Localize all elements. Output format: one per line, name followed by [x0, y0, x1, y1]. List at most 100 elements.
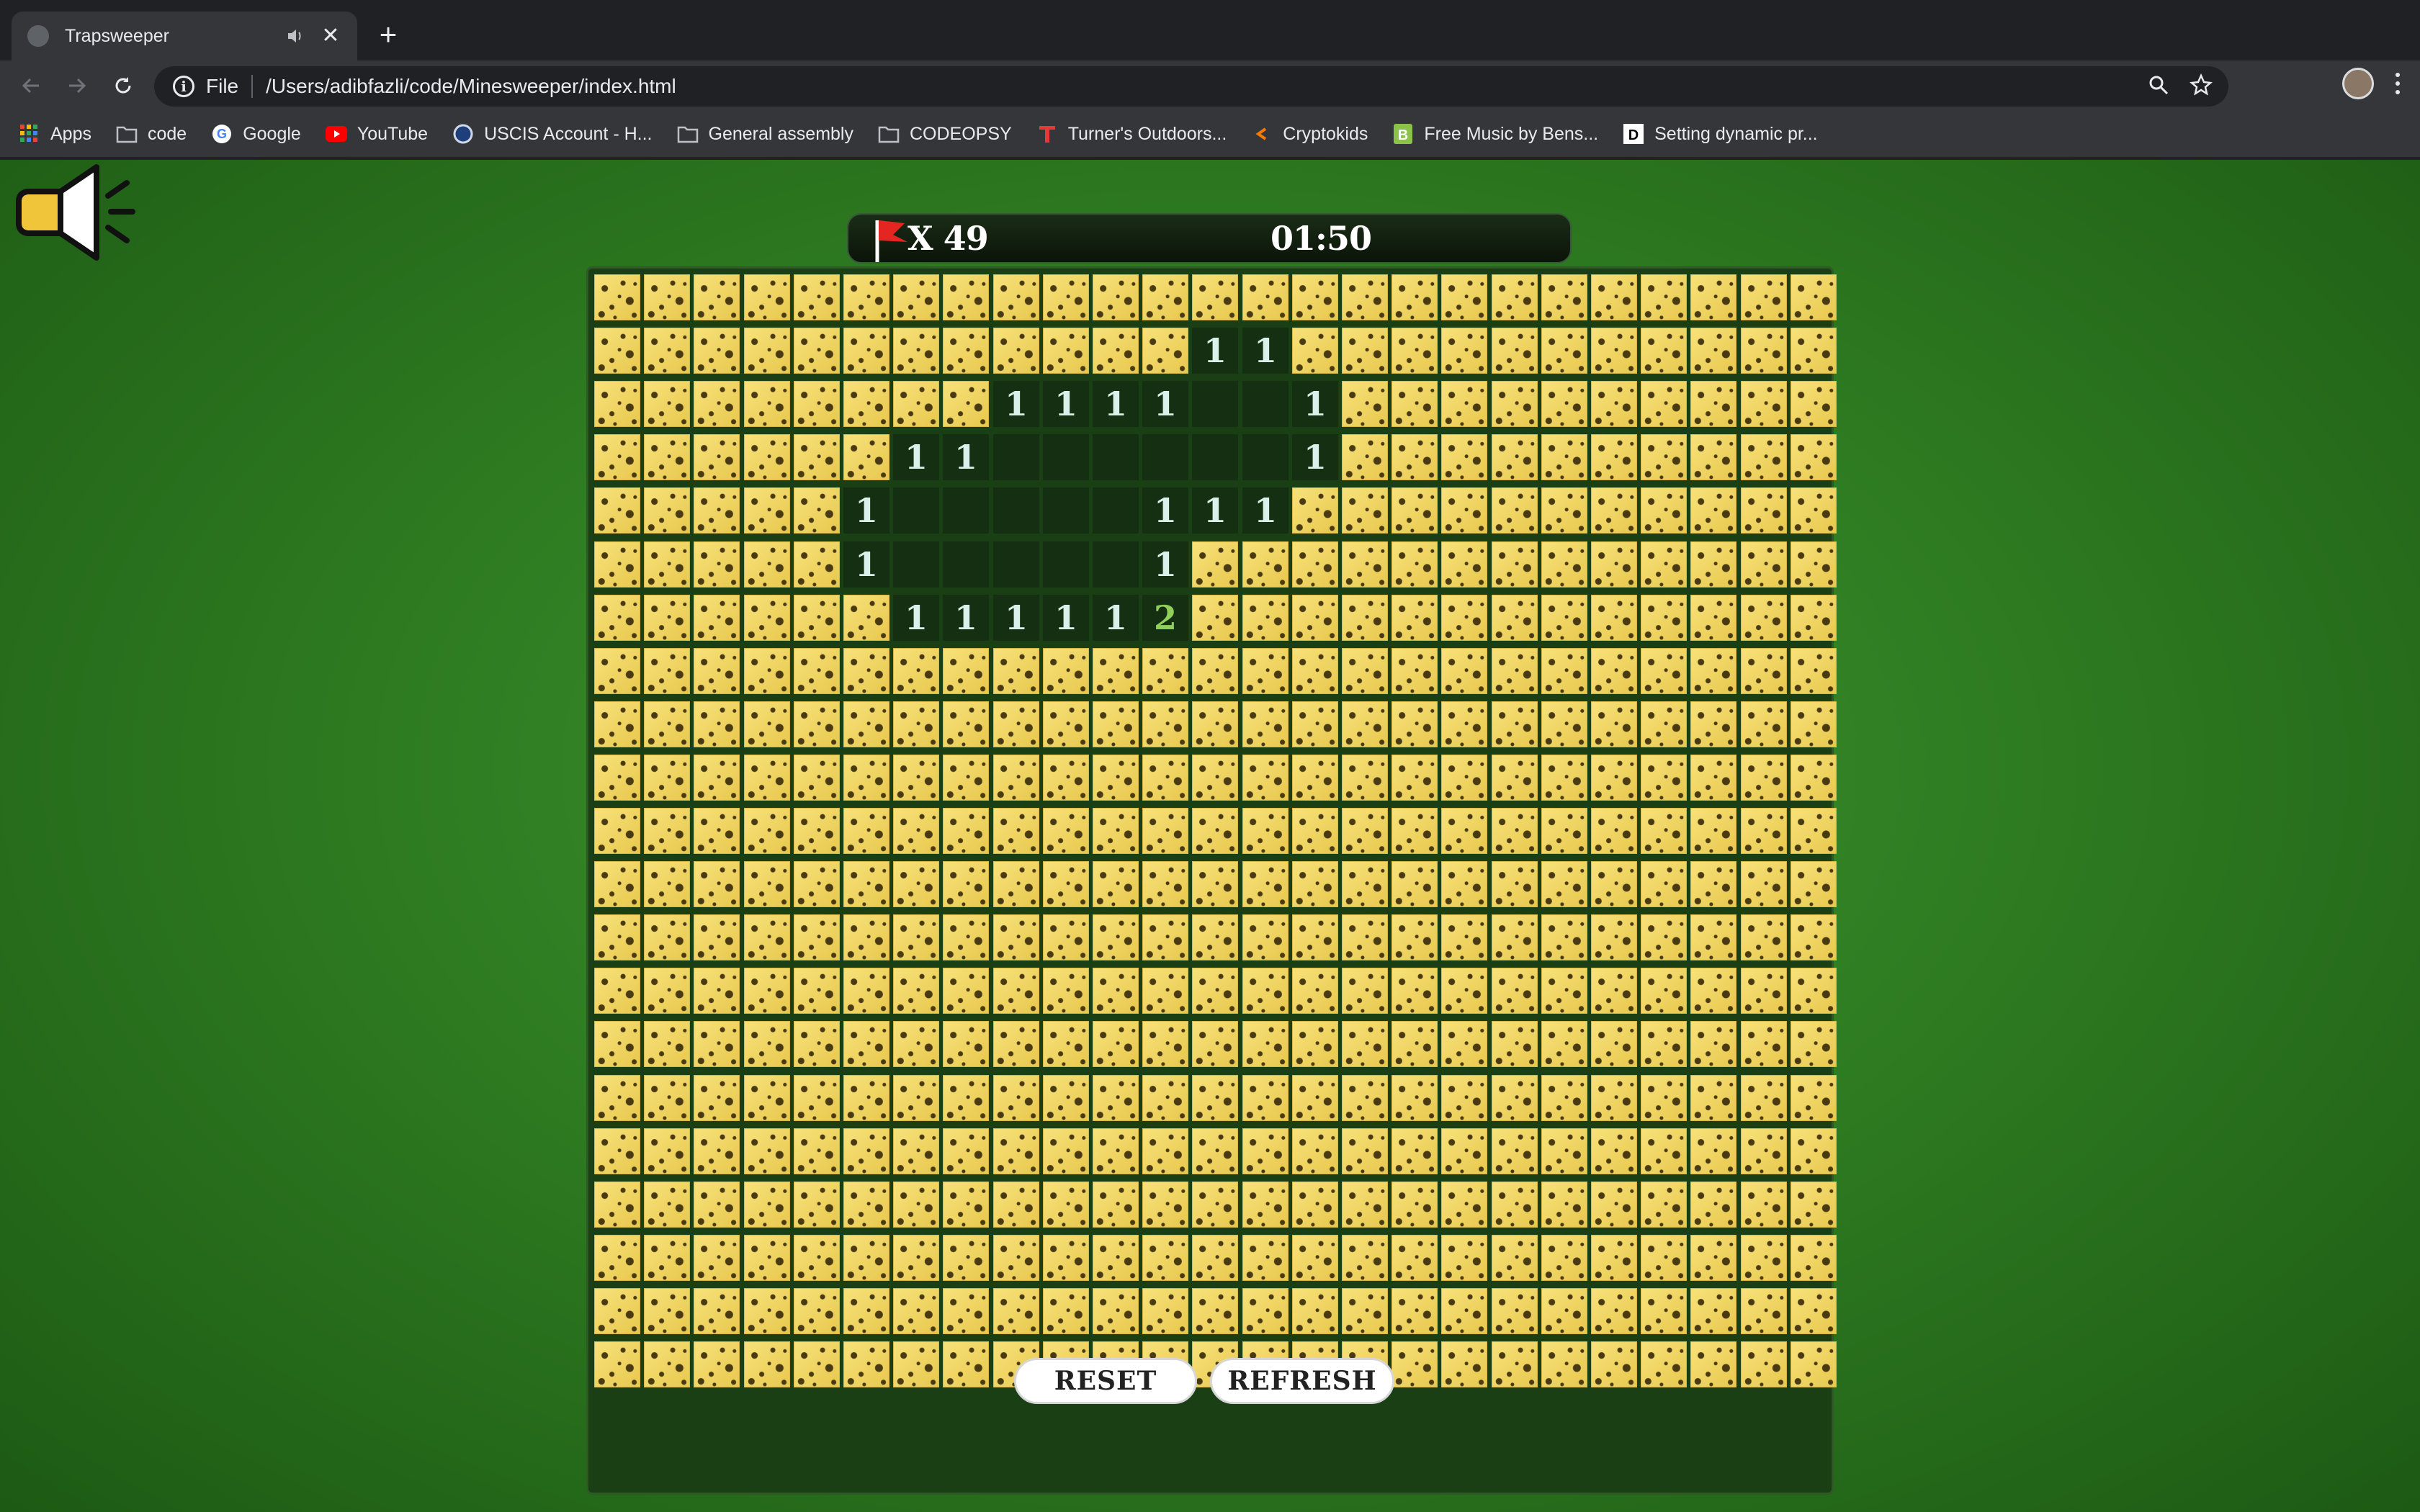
- hidden-cell[interactable]: [1342, 808, 1388, 854]
- hidden-cell[interactable]: [943, 861, 989, 907]
- hidden-cell[interactable]: [644, 1182, 690, 1228]
- hidden-cell[interactable]: [1690, 1075, 1736, 1121]
- hidden-cell[interactable]: [1492, 1235, 1538, 1281]
- hidden-cell[interactable]: [1142, 861, 1188, 907]
- hidden-cell[interactable]: [1492, 1128, 1538, 1174]
- hidden-cell[interactable]: [794, 328, 840, 374]
- hidden-cell[interactable]: [993, 755, 1039, 801]
- hidden-cell[interactable]: [1641, 755, 1687, 801]
- hidden-cell[interactable]: [893, 861, 939, 907]
- hidden-cell[interactable]: [893, 1021, 939, 1067]
- hidden-cell[interactable]: [1242, 968, 1289, 1014]
- hidden-cell[interactable]: [1392, 1235, 1438, 1281]
- hidden-cell[interactable]: [1093, 328, 1139, 374]
- hidden-cell[interactable]: [1392, 1075, 1438, 1121]
- hidden-cell[interactable]: [1292, 861, 1338, 907]
- hidden-cell[interactable]: [1142, 1021, 1188, 1067]
- hidden-cell[interactable]: [1541, 274, 1587, 320]
- hidden-cell[interactable]: [1043, 1128, 1089, 1174]
- hidden-cell[interactable]: [594, 701, 640, 747]
- hidden-cell[interactable]: [1242, 541, 1289, 588]
- hidden-cell[interactable]: [943, 1288, 989, 1334]
- forward-arrow-icon[interactable]: [59, 68, 95, 104]
- hidden-cell[interactable]: [1690, 434, 1736, 480]
- hidden-cell[interactable]: [1192, 1288, 1238, 1334]
- hidden-cell[interactable]: [1093, 1075, 1139, 1121]
- hidden-cell[interactable]: [1641, 1288, 1687, 1334]
- hidden-cell[interactable]: [843, 808, 889, 854]
- hidden-cell[interactable]: [1591, 648, 1637, 694]
- hidden-cell[interactable]: [1791, 648, 1837, 694]
- hidden-cell[interactable]: [1342, 595, 1388, 641]
- hidden-cell[interactable]: [1441, 755, 1487, 801]
- hidden-cell[interactable]: [843, 861, 889, 907]
- hidden-cell[interactable]: [1342, 487, 1388, 534]
- hidden-cell[interactable]: [1242, 1182, 1289, 1228]
- menu-kebab-icon[interactable]: [2387, 68, 2408, 99]
- hidden-cell[interactable]: [1591, 541, 1637, 588]
- hidden-cell[interactable]: [694, 1021, 740, 1067]
- hidden-cell[interactable]: [694, 328, 740, 374]
- hidden-cell[interactable]: [1242, 595, 1289, 641]
- hidden-cell[interactable]: [1492, 1182, 1538, 1228]
- hidden-cell[interactable]: [993, 1288, 1039, 1334]
- hidden-cell[interactable]: [744, 861, 790, 907]
- hidden-cell[interactable]: [794, 808, 840, 854]
- hidden-cell[interactable]: [794, 755, 840, 801]
- hidden-cell[interactable]: [1392, 595, 1438, 641]
- hidden-cell[interactable]: [1043, 1021, 1089, 1067]
- hidden-cell[interactable]: [1741, 541, 1787, 588]
- hidden-cell[interactable]: [843, 328, 889, 374]
- hidden-cell[interactable]: [744, 755, 790, 801]
- hidden-cell[interactable]: [744, 1341, 790, 1387]
- hidden-cell[interactable]: [1690, 648, 1736, 694]
- hidden-cell[interactable]: [1641, 861, 1687, 907]
- hidden-cell[interactable]: [1441, 328, 1487, 374]
- hidden-cell[interactable]: [694, 755, 740, 801]
- hidden-cell[interactable]: [1342, 968, 1388, 1014]
- hidden-cell[interactable]: [1392, 861, 1438, 907]
- hidden-cell[interactable]: [1441, 1128, 1487, 1174]
- hidden-cell[interactable]: [794, 434, 840, 480]
- hidden-cell[interactable]: [1441, 914, 1487, 960]
- hidden-cell[interactable]: [1043, 1288, 1089, 1334]
- hidden-cell[interactable]: [1791, 328, 1837, 374]
- hidden-cell[interactable]: [1641, 1128, 1687, 1174]
- hidden-cell[interactable]: [1441, 381, 1487, 427]
- hidden-cell[interactable]: [993, 1182, 1039, 1228]
- hidden-cell[interactable]: [1741, 274, 1787, 320]
- hidden-cell[interactable]: [843, 755, 889, 801]
- hidden-cell[interactable]: [1541, 434, 1587, 480]
- hidden-cell[interactable]: [744, 595, 790, 641]
- hidden-cell[interactable]: [1093, 1288, 1139, 1334]
- bookmark-item[interactable]: Apps: [19, 123, 91, 145]
- hidden-cell[interactable]: [1441, 648, 1487, 694]
- hidden-cell[interactable]: [1292, 1075, 1338, 1121]
- hidden-cell[interactable]: [1093, 274, 1139, 320]
- hidden-cell[interactable]: [644, 541, 690, 588]
- hidden-cell[interactable]: [1292, 914, 1338, 960]
- hidden-cell[interactable]: [993, 1128, 1039, 1174]
- hidden-cell[interactable]: [1690, 755, 1736, 801]
- hidden-cell[interactable]: [1741, 755, 1787, 801]
- hidden-cell[interactable]: [843, 274, 889, 320]
- hidden-cell[interactable]: [1392, 701, 1438, 747]
- hidden-cell[interactable]: [1641, 1341, 1687, 1387]
- bookmark-item[interactable]: code: [116, 123, 187, 145]
- hidden-cell[interactable]: [694, 1075, 740, 1121]
- hidden-cell[interactable]: [694, 487, 740, 534]
- hidden-cell[interactable]: [1591, 1288, 1637, 1334]
- hidden-cell[interactable]: [1093, 861, 1139, 907]
- hidden-cell[interactable]: [1342, 1128, 1388, 1174]
- hidden-cell[interactable]: [893, 1128, 939, 1174]
- hidden-cell[interactable]: [1591, 914, 1637, 960]
- hidden-cell[interactable]: [694, 808, 740, 854]
- hidden-cell[interactable]: [1292, 1182, 1338, 1228]
- hidden-cell[interactable]: [794, 1075, 840, 1121]
- hidden-cell[interactable]: [1292, 541, 1338, 588]
- hidden-cell[interactable]: [843, 1021, 889, 1067]
- hidden-cell[interactable]: [1741, 1182, 1787, 1228]
- hidden-cell[interactable]: [1142, 1288, 1188, 1334]
- hidden-cell[interactable]: [594, 861, 640, 907]
- hidden-cell[interactable]: [993, 1021, 1039, 1067]
